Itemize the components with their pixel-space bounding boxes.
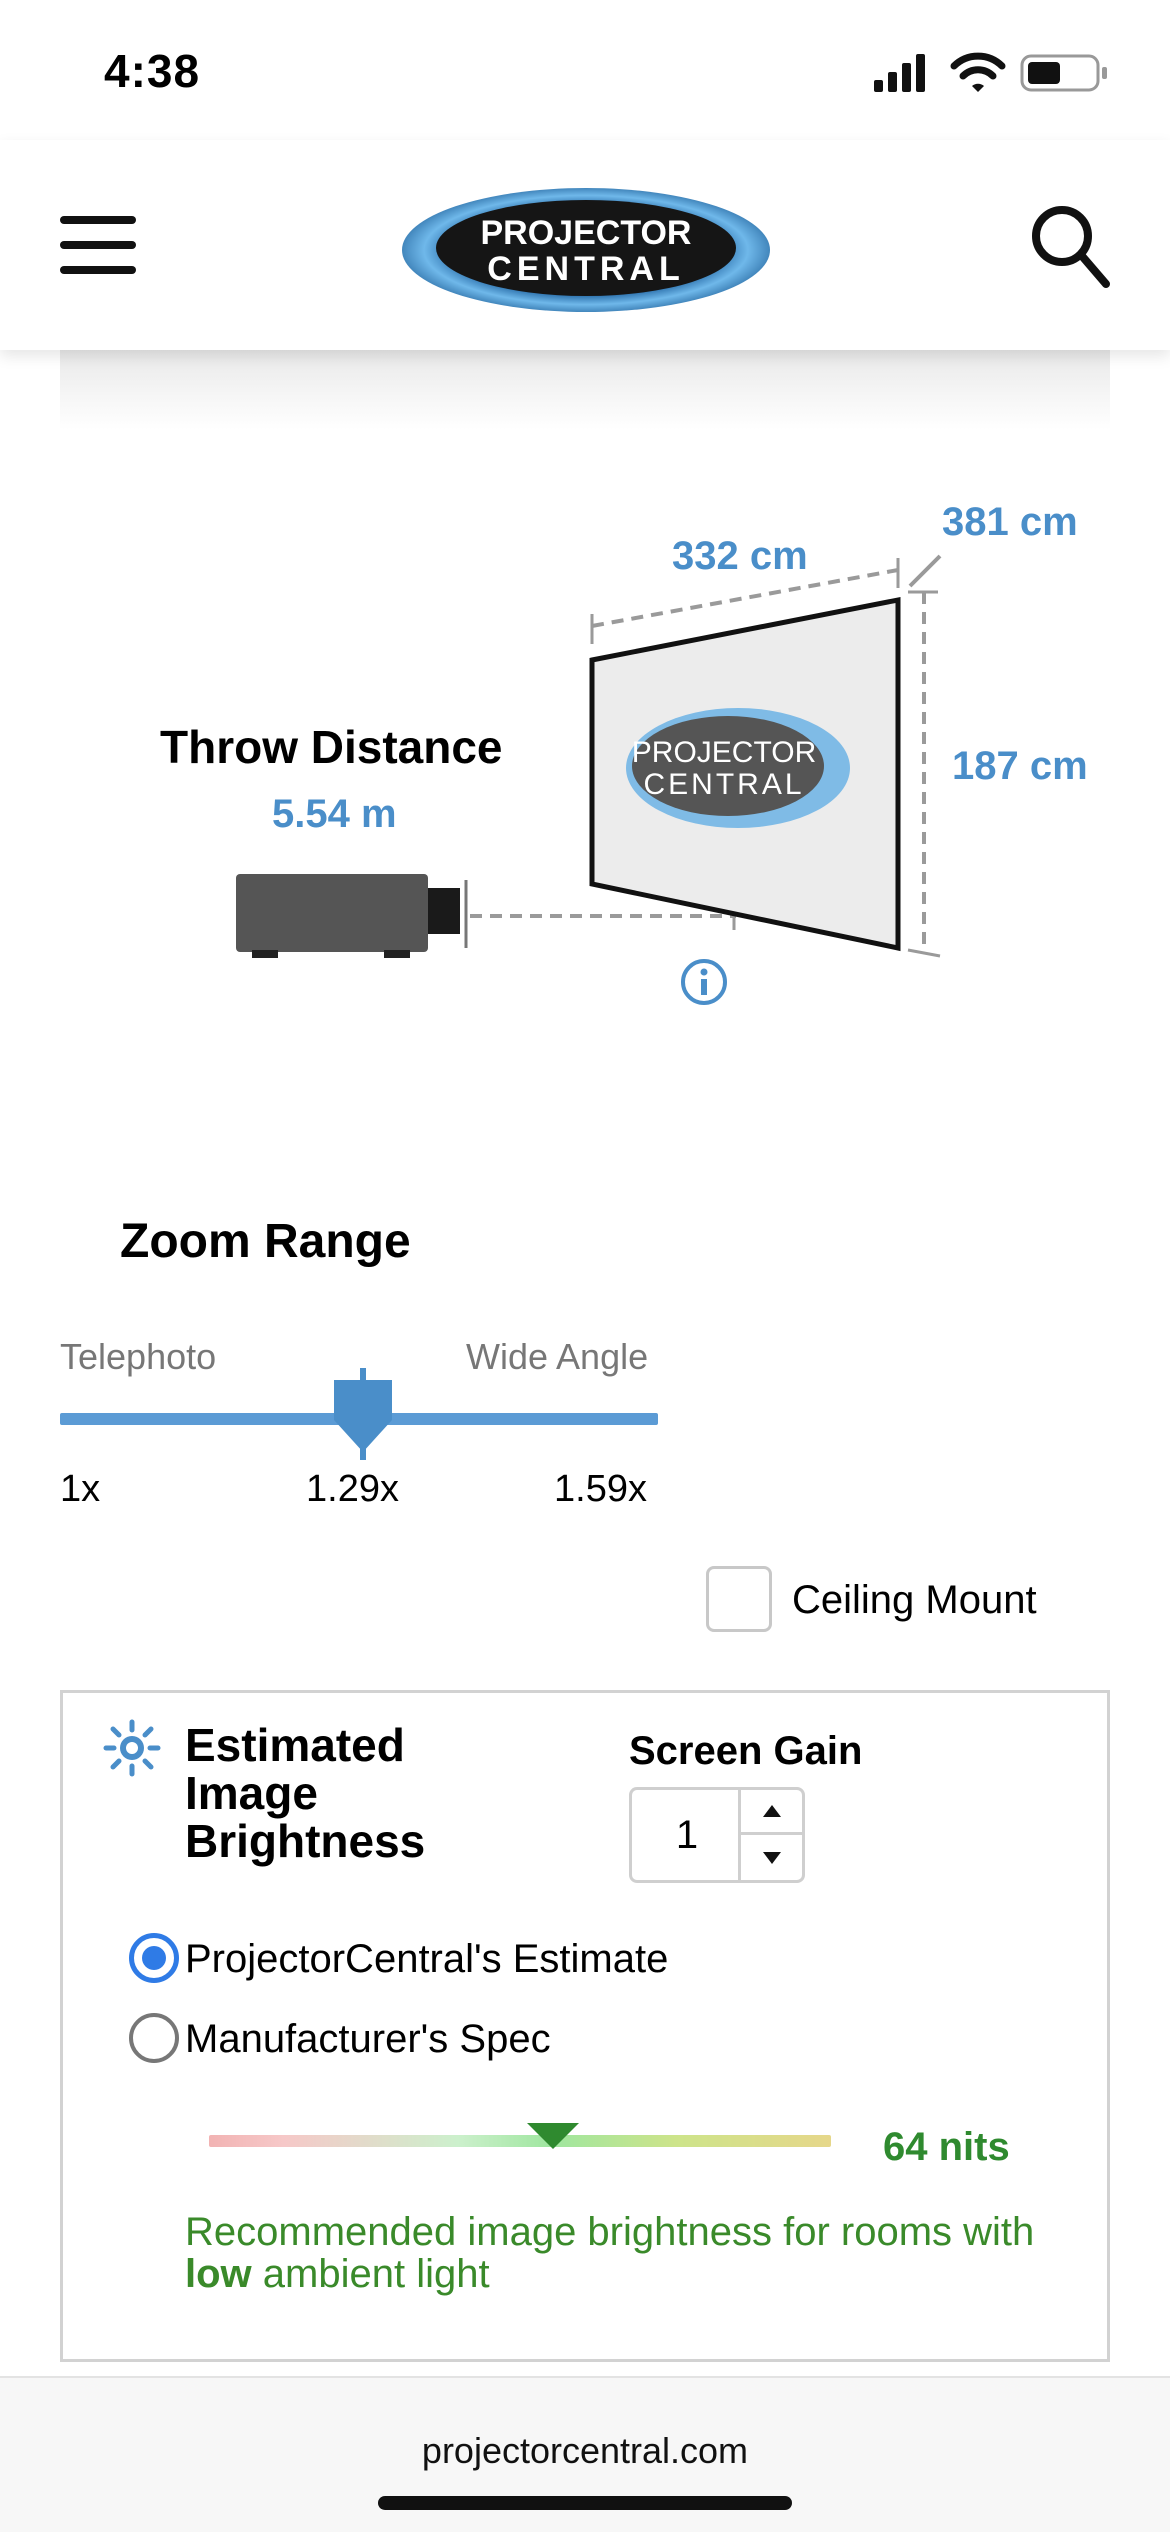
brightness-recommendation: Recommended image brightness for rooms w… <box>185 2211 1065 2295</box>
screen-logo: PROJECTOR CENTRAL <box>626 708 850 828</box>
signal-icon <box>874 54 925 92</box>
zoom-slider-handle[interactable] <box>330 1368 396 1460</box>
battery-icon <box>1020 54 1107 92</box>
screen-gain-value[interactable]: 1 <box>632 1790 742 1880</box>
projector-central-logo[interactable]: PROJECTOR CENTRAL <box>396 176 776 316</box>
brightness-panel: Estimated Image Brightness Screen Gain 1… <box>60 1690 1110 2362</box>
zoom-max-value: 1.59x <box>554 1468 647 1510</box>
status-time: 4:38 <box>104 45 201 97</box>
screen-logo-line2: CENTRAL <box>643 768 804 801</box>
screen-logo-line1: PROJECTOR <box>632 736 816 769</box>
brightness-nits-value: 64 nits <box>883 2125 1010 2169</box>
zoom-min-value: 1x <box>60 1468 101 1510</box>
recommend-suffix: ambient light <box>262 2252 490 2296</box>
diagram-graphic: PROJECTOR CENTRAL <box>236 554 942 1005</box>
brightness-scale-bar <box>209 2135 831 2147</box>
page: 4:38 PROJECTOR CENTRAL Throw Distance 5.… <box>0 0 1170 2532</box>
search-icon[interactable] <box>1030 204 1110 288</box>
url-label[interactable]: projectorcentral.com <box>0 2430 1170 2472</box>
zoom-wide-angle-label: Wide Angle <box>466 1336 649 1377</box>
wifi-icon <box>950 52 1006 92</box>
sun-icon <box>103 1719 161 1777</box>
info-icon <box>681 959 727 1005</box>
zoom-telephoto-label: Telephoto <box>60 1336 217 1377</box>
logo-text-line1: PROJECTOR <box>481 214 692 252</box>
screen-gain-label: Screen Gain <box>629 1729 863 1773</box>
projector-icon <box>236 874 468 958</box>
recommend-bold: low <box>185 2252 252 2296</box>
zoom-range-title: Zoom Range <box>120 1215 411 1268</box>
brightness-marker <box>527 2123 579 2149</box>
brightness-title: Estimated Image Brightness <box>185 1719 426 1867</box>
browser-bottom-bar: projectorcentral.com <box>0 2376 1170 2532</box>
radio-label-estimate[interactable]: ProjectorCentral's Estimate <box>185 1937 668 1982</box>
triangle-down-icon <box>762 1851 781 1864</box>
zoom-current-value: 1.29x <box>306 1468 399 1510</box>
radio-projectorcentral-estimate[interactable] <box>129 1933 179 1983</box>
stepper-up-button[interactable] <box>741 1790 802 1835</box>
logo-text-line2: CENTRAL <box>487 250 684 288</box>
radio-label-manufacturer[interactable]: Manufacturer's Spec <box>185 2017 551 2062</box>
site-header: PROJECTOR CENTRAL <box>0 140 1170 350</box>
menu-icon[interactable] <box>60 216 136 276</box>
stepper-down-button[interactable] <box>741 1835 802 1880</box>
triangle-up-icon <box>762 1805 781 1817</box>
status-icons <box>874 52 1107 92</box>
radio-manufacturer-spec[interactable] <box>129 2013 179 2063</box>
home-indicator[interactable] <box>378 2496 792 2510</box>
header-shadow-band <box>60 350 1110 430</box>
screen-gain-stepper[interactable]: 1 <box>629 1787 805 1883</box>
recommend-prefix: Recommended image brightness for rooms w… <box>185 2210 1035 2254</box>
ceiling-mount-checkbox[interactable] <box>706 1566 772 1632</box>
ceiling-mount-label: Ceiling Mount <box>792 1578 1037 1622</box>
throw-diagram: Throw Distance 5.54 m 332 cm 381 cm 187 … <box>0 430 1170 1050</box>
